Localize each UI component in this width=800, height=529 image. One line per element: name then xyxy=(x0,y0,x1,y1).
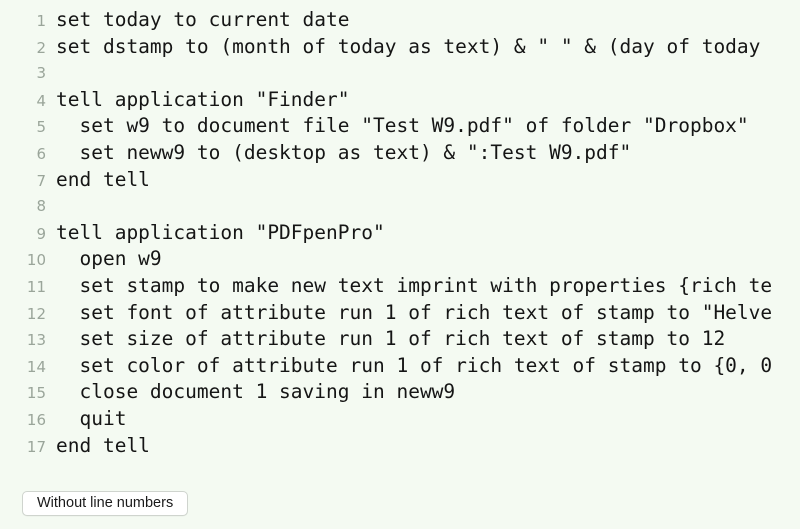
code-text[interactable]: set stamp to make new text imprint with … xyxy=(46,273,800,300)
code-text[interactable]: end tell xyxy=(46,167,800,194)
code-line[interactable]: 3 xyxy=(0,60,800,87)
code-text[interactable]: open w9 xyxy=(46,246,800,273)
code-line[interactable]: 16 quit xyxy=(0,406,800,433)
line-number: 1 xyxy=(36,12,46,30)
code-line[interactable]: 9 tell application "PDFpenPro" xyxy=(0,220,800,247)
code-line[interactable]: 2 set dstamp to (month of today as text) … xyxy=(0,34,800,61)
code-line[interactable]: 13 set size of attribute run 1 of rich t… xyxy=(0,326,800,353)
code-line[interactable]: 7 end tell xyxy=(0,167,800,194)
line-number: 9 xyxy=(36,224,46,243)
code-line[interactable]: 10 open w9 xyxy=(0,246,800,273)
line-number: 6 xyxy=(36,144,46,163)
line-number: 17 xyxy=(26,437,46,456)
line-number: 13 xyxy=(26,331,46,350)
line-number: 11 xyxy=(26,277,46,296)
code-text[interactable]: set color of attribute run 1 of rich tex… xyxy=(46,353,800,380)
line-number: 14 xyxy=(26,357,46,376)
code-text[interactable]: set today to current date xyxy=(46,7,800,34)
line-number: 4 xyxy=(36,91,46,110)
line-number: 15 xyxy=(26,384,46,403)
code-line[interactable]: 15 close document 1 saving in neww9 xyxy=(0,379,800,406)
code-text[interactable]: set dstamp to (month of today as text) &… xyxy=(46,34,800,61)
code-line[interactable]: 4 tell application "Finder" xyxy=(0,87,800,114)
line-number: 16 xyxy=(26,410,46,429)
code-line[interactable]: 14 set color of attribute run 1 of rich … xyxy=(0,353,800,380)
line-number: 3 xyxy=(36,64,46,83)
code-line[interactable]: 6 set neww9 to (desktop as text) & ":Tes… xyxy=(0,140,800,167)
line-number: 7 xyxy=(36,171,46,190)
code-line[interactable]: 1 set today to current date xyxy=(0,7,800,34)
line-number: 8 xyxy=(36,197,46,216)
line-number: 2 xyxy=(36,38,46,57)
code-viewer: 1 set today to current date 2 set dstamp to… xyxy=(0,0,800,529)
line-number: 10 xyxy=(26,251,46,270)
code-text[interactable]: quit xyxy=(46,406,800,433)
code-line[interactable]: 12 set font of attribute run 1 of rich t… xyxy=(0,300,800,327)
code-text[interactable]: tell application "PDFpenPro" xyxy=(46,220,800,247)
code-text[interactable]: set neww9 to (desktop as text) & ":Test … xyxy=(46,140,800,167)
code-text[interactable]: close document 1 saving in neww9 xyxy=(46,379,800,406)
code-text[interactable]: tell application "Finder" xyxy=(46,87,800,114)
line-number: 12 xyxy=(26,304,46,323)
code-line[interactable]: 5 set w9 to document file "Test W9.pdf" … xyxy=(0,113,800,140)
code-text[interactable]: end tell xyxy=(46,433,800,460)
code-line[interactable]: 8 xyxy=(0,193,800,220)
code-line[interactable]: 11 set stamp to make new text imprint wi… xyxy=(0,273,800,300)
code-text[interactable]: set font of attribute run 1 of rich text… xyxy=(46,300,800,327)
editor-toolbar: Without line numbers xyxy=(0,480,800,529)
code-listing[interactable]: 1 set today to current date 2 set dstamp to… xyxy=(0,7,800,462)
code-text[interactable]: set w9 to document file "Test W9.pdf" of… xyxy=(46,113,800,140)
line-number: 5 xyxy=(36,118,46,137)
code-text[interactable]: set size of attribute run 1 of rich text… xyxy=(46,326,800,353)
toggle-line-numbers-button[interactable]: Without line numbers xyxy=(22,491,189,516)
code-line[interactable]: 17 end tell xyxy=(0,433,800,460)
